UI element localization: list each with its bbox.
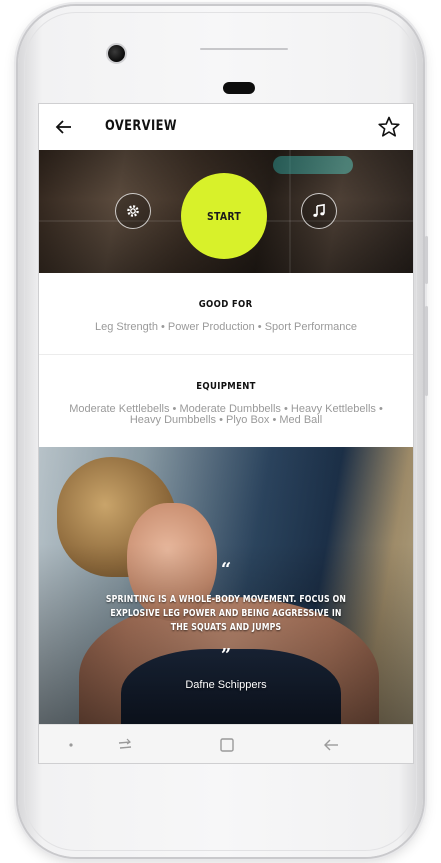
good-for-section: GOOD FOR Leg Strength • Power Production… [39, 294, 413, 333]
top-app-bar: OVERVIEW [39, 104, 413, 151]
good-for-text: Leg Strength • Power Production • Sport … [94, 321, 358, 333]
quote-text: SPRINTING IS A WHOLE-BODY MOVEMENT. FOCU… [79, 593, 373, 635]
recent-apps-button[interactable] [115, 735, 135, 755]
favorite-button[interactable] [377, 115, 401, 139]
nav-dot-button[interactable] [61, 735, 81, 755]
settings-button[interactable] [115, 193, 151, 229]
quote-close-mark: ” [220, 645, 232, 666]
recent-apps-icon [118, 738, 132, 749]
gear-icon [127, 205, 139, 217]
star-outline-icon [378, 116, 400, 137]
good-for-heading: GOOD FOR [199, 299, 253, 310]
app-screen: OVERVIEW START GOOD FOR Leg Strength • P… [38, 103, 414, 764]
quote-text-content: SPRINTING IS A WHOLE-BODY MOVEMENT. FOCU… [105, 594, 347, 633]
athlete-quote-card: “ SPRINTING IS A WHOLE-BODY MOVEMENT. FO… [39, 447, 413, 724]
earpiece-speaker [223, 82, 255, 94]
quote-author: Dafne Schippers [185, 679, 267, 691]
back-arrow-icon [324, 739, 338, 751]
volume-button [425, 306, 428, 396]
quote-open-mark: “ [220, 559, 232, 580]
start-button[interactable]: START [181, 173, 267, 259]
equipment-section: EQUIPMENT Moderate Kettlebells • Moderat… [39, 376, 413, 426]
arrow-left-icon [55, 120, 71, 134]
power-button [425, 236, 428, 284]
dot-icon [69, 743, 73, 747]
music-note-icon [313, 203, 325, 217]
sensor-strip [200, 48, 288, 50]
back-button[interactable] [53, 116, 75, 138]
home-square-icon [220, 738, 234, 752]
equipment-heading: EQUIPMENT [196, 381, 256, 392]
home-button[interactable] [217, 735, 237, 755]
section-divider [39, 354, 413, 355]
equipment-text: Moderate Kettlebells • Moderate Dumbbell… [69, 403, 383, 426]
front-camera [106, 43, 127, 64]
system-back-button[interactable] [321, 735, 341, 755]
hero-shoe [273, 156, 353, 174]
music-button[interactable] [301, 193, 337, 229]
system-nav-bar [39, 724, 413, 763]
start-button-label: START [206, 209, 242, 223]
page-title: OVERVIEW [105, 118, 177, 134]
workout-hero: START [39, 150, 413, 273]
